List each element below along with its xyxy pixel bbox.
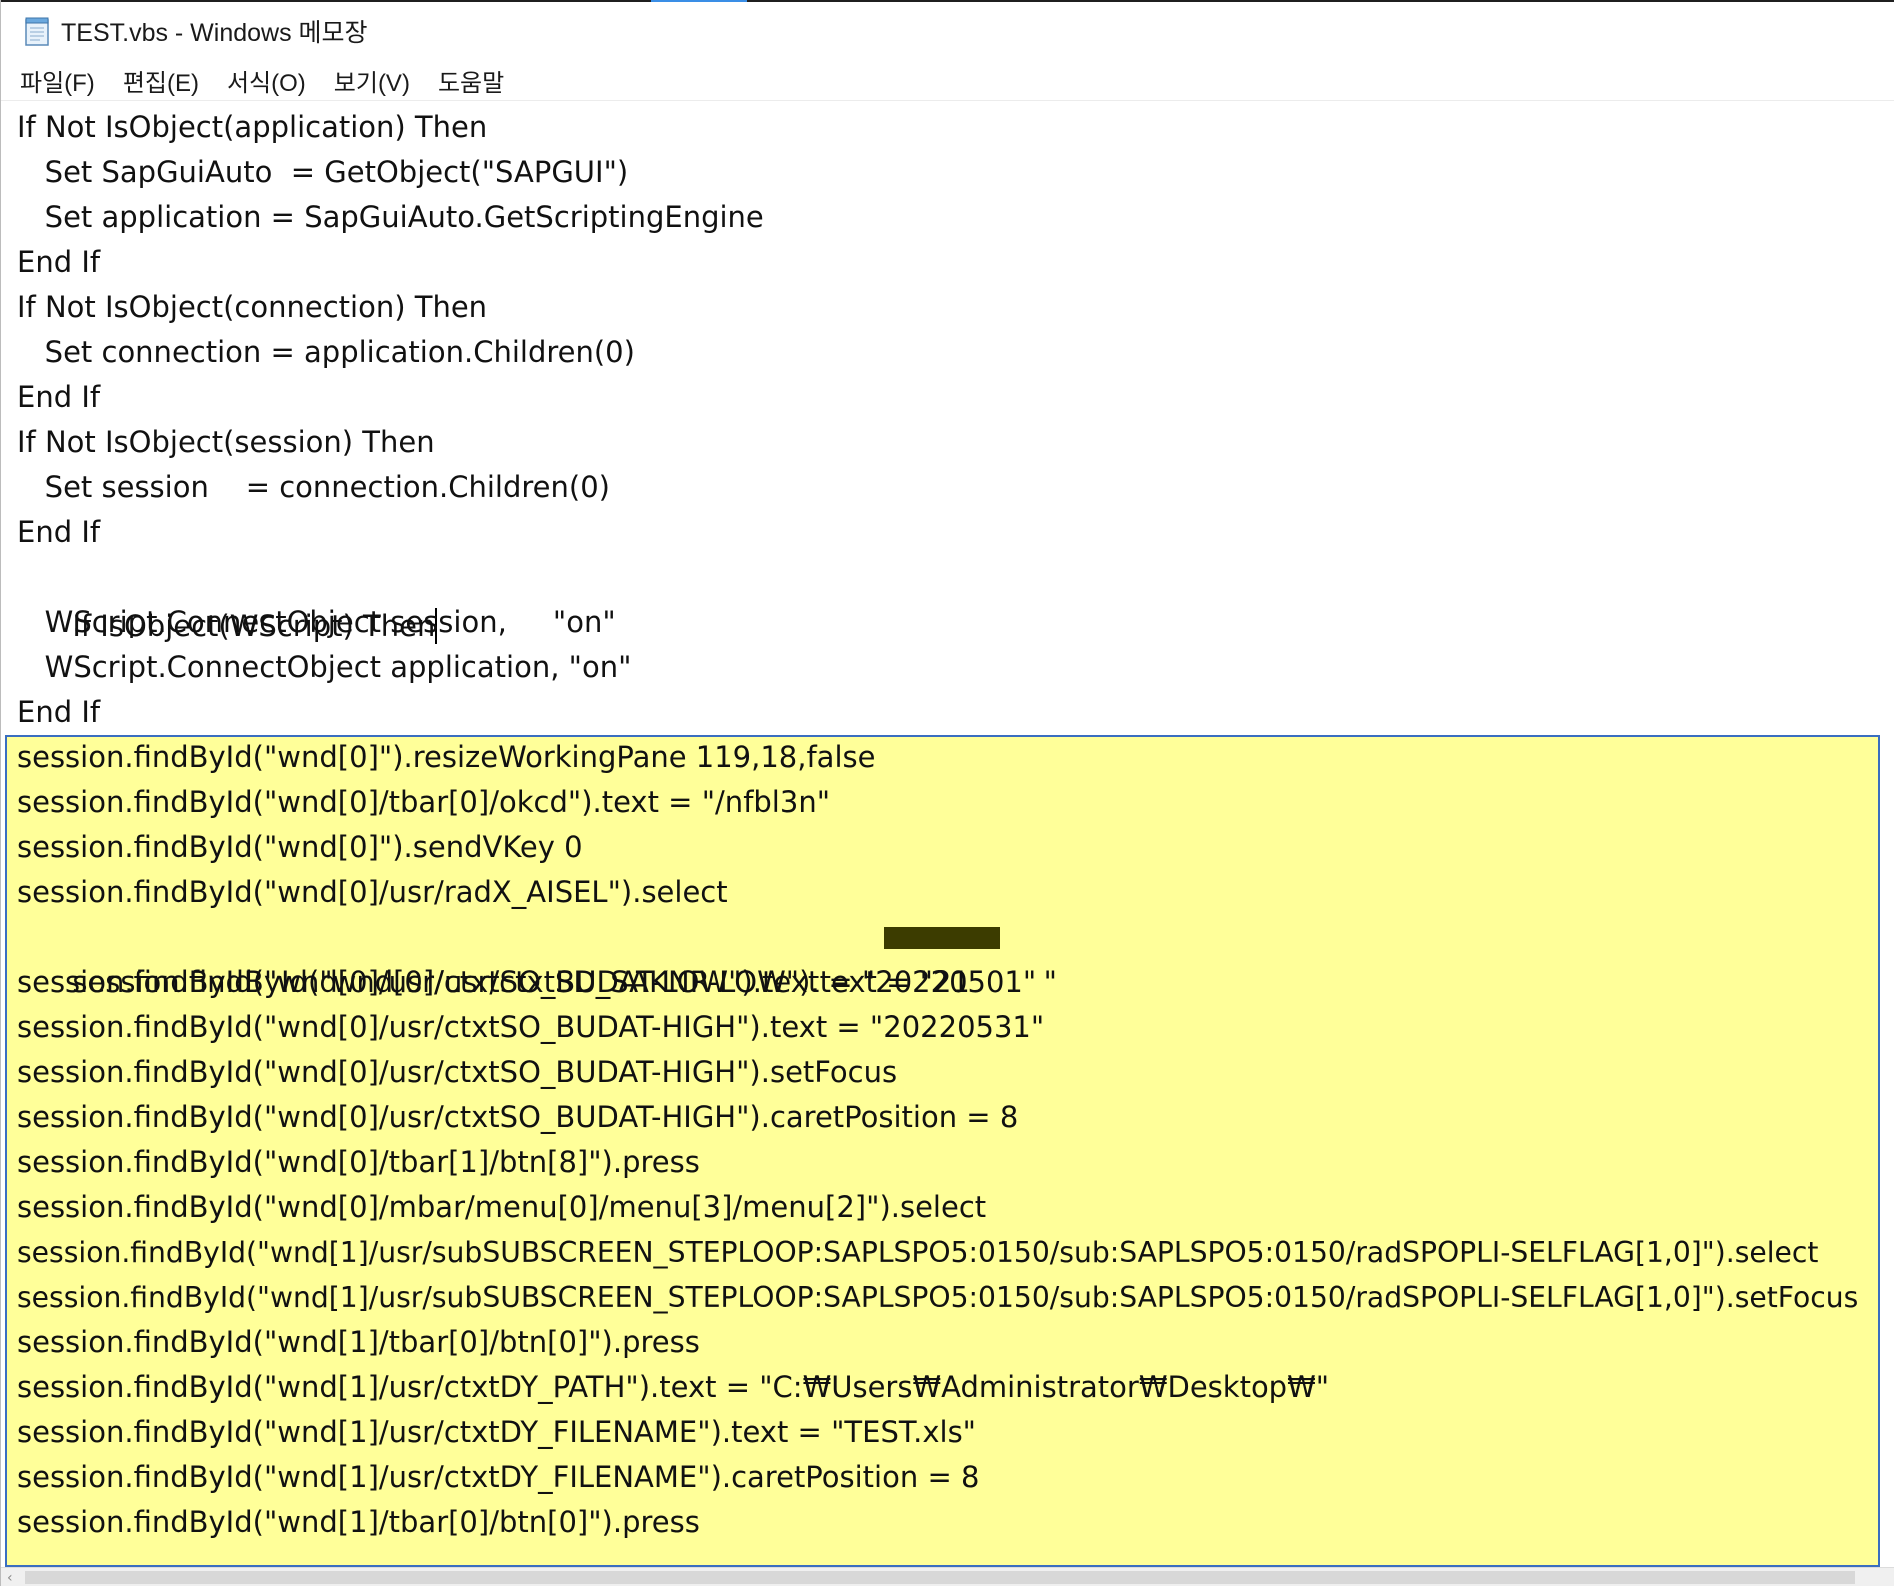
- code-line-8: If Not IsObject(session) Then: [17, 425, 435, 459]
- text-editor[interactable]: If Not IsObject(application) Then Set Sa…: [1, 105, 1894, 1567]
- horizontal-scroll-thumb[interactable]: [25, 1571, 1855, 1584]
- code-line-3: Set application = SapGuiAuto.GetScriptin…: [17, 200, 764, 234]
- notepad-icon: [23, 16, 51, 46]
- scroll-left-arrow-icon[interactable]: ‹: [7, 1570, 13, 1586]
- menu-help[interactable]: 도움말: [428, 59, 514, 102]
- code-line-16: session.findById("wnd[0]/tbar[0]/okcd").…: [17, 785, 831, 819]
- code-line-15: session.findById("wnd[0]").resizeWorking…: [17, 740, 876, 774]
- menu-bar: 파일(F) 편집(E) 서식(O) 보기(V) 도움말: [1, 60, 1894, 101]
- code-line-30: session.findById("wnd[1]/usr/ctxtDY_FILE…: [17, 1415, 977, 1449]
- code-line-27: session.findById("wnd[1]/usr/subSUBSCREE…: [17, 1281, 1859, 1314]
- code-line-31: session.findById("wnd[1]/usr/ctxtDY_FILE…: [17, 1460, 980, 1494]
- code-line-6: Set connection = application.Children(0): [17, 335, 635, 369]
- window-title: TEST.vbs - Windows 메모장: [61, 19, 368, 47]
- code-line-12: WScript.ConnectObject session, "on": [17, 605, 616, 639]
- code-line-1: If Not IsObject(application) Then: [17, 110, 488, 144]
- redaction-block: [884, 927, 1000, 949]
- code-line-4: End If: [17, 245, 101, 279]
- code-line-10: End If: [17, 515, 101, 549]
- menu-view[interactable]: 보기(V): [324, 59, 420, 102]
- code-line-14: End If: [17, 695, 101, 729]
- code-line-5: If Not IsObject(connection) Then: [17, 290, 488, 324]
- code-line-26: session.findById("wnd[1]/usr/subSUBSCREE…: [17, 1236, 1819, 1269]
- code-line-20: session.findById("wnd[0]/usr/ctxtSO_BUDA…: [17, 965, 1037, 999]
- code-line-17: session.findById("wnd[0]").sendVKey 0: [17, 830, 583, 864]
- code-line-13: WScript.ConnectObject application, "on": [17, 650, 632, 684]
- code-line-7: End If: [17, 380, 101, 414]
- code-line-22: session.findById("wnd[0]/usr/ctxtSO_BUDA…: [17, 1055, 898, 1089]
- code-line-25: session.findById("wnd[0]/mbar/menu[0]/me…: [17, 1190, 987, 1224]
- code-line-29: session.findById("wnd[1]/usr/ctxtDY_PATH…: [17, 1370, 1330, 1404]
- notepad-window: TEST.vbs - Windows 메모장 파일(F) 편집(E) 서식(O)…: [0, 0, 1894, 1586]
- menu-file[interactable]: 파일(F): [10, 59, 105, 102]
- code-line-24: session.findById("wnd[0]/tbar[1]/btn[8]"…: [17, 1145, 700, 1179]
- code-line-9: Set session = connection.Children(0): [17, 470, 610, 504]
- menu-format[interactable]: 서식(O): [217, 59, 316, 102]
- code-line-32: session.findById("wnd[1]/tbar[0]/btn[0]"…: [17, 1505, 700, 1539]
- code-line-23: session.findById("wnd[0]/usr/ctxtSO_BUDA…: [17, 1100, 1019, 1134]
- code-line-2: Set SapGuiAuto = GetObject("SAPGUI"): [17, 155, 629, 189]
- code-line-21: session.findById("wnd[0]/usr/ctxtSO_BUDA…: [17, 1010, 1045, 1044]
- horizontal-scrollbar[interactable]: ‹: [1, 1567, 1894, 1586]
- menu-edit[interactable]: 편집(E): [113, 59, 209, 102]
- code-line-18: session.findById("wnd[0]/usr/radX_AISEL"…: [17, 875, 728, 909]
- code-line-11: If IsObject(WScript) Then: [17, 555, 438, 644]
- title-bar[interactable]: TEST.vbs - Windows 메모장: [1, 2, 1894, 60]
- code-line-28: session.findById("wnd[1]/tbar[0]/btn[0]"…: [17, 1325, 700, 1359]
